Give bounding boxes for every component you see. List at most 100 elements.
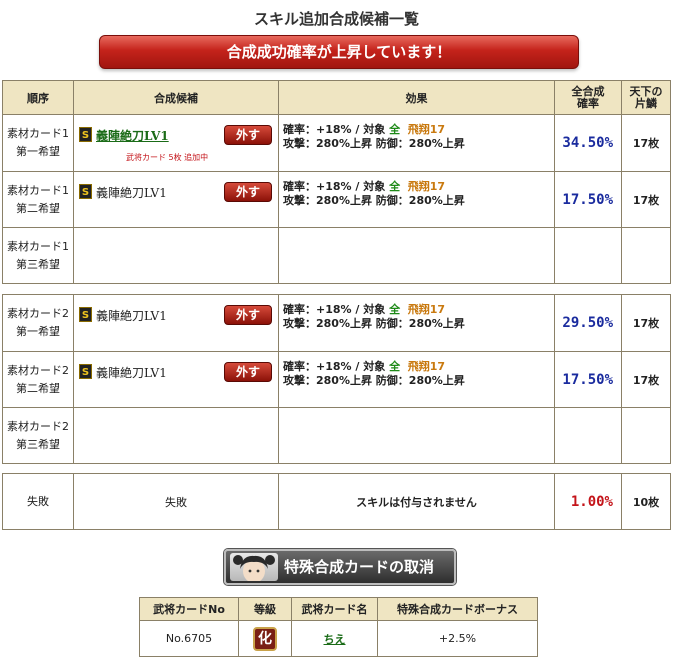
order-line1: 素材カード1 [7,183,69,197]
effect-prob: 確率：+18% / 対象 [283,303,390,316]
order-line1: 素材カード2 [7,363,69,377]
count-cell: 17枚 [621,171,671,228]
order-cell: 素材カード2 第二希望 [2,351,74,408]
s-rank-icon: S [79,184,92,199]
s-rank-icon: S [79,364,92,379]
effect-stats: 攻撃：280%上昇 防御：280%上昇 [283,194,465,207]
remove-button[interactable]: 外す [224,182,272,202]
rate-cell: 29.50% [554,294,622,352]
order-cell: 素材カード1 第三希望 [2,227,74,284]
s-rank-icon: S [79,127,92,142]
header-order: 順序 [2,80,74,115]
success-rate-banner: 合成成功確率が上昇しています！ [99,35,579,69]
effect-cell [278,407,555,464]
effect-skill: 飛翔17 [407,123,446,136]
table-row: 素材カード1 第二希望 S 義陣絶刀LV1 外す 確率：+18% / 対象 全 飛… [2,171,671,228]
header-effect: 効果 [278,80,555,115]
rate-cell [554,227,622,284]
effect-prob: 確率：+18% / 対象 [283,180,390,193]
order-line1: 素材カード2 [7,419,69,433]
card-no: No.6705 [139,620,239,657]
page-title: スキル追加合成候補一覧 [253,10,419,28]
table-row: 素材カード1 第三希望 [2,227,671,284]
rate-cell [554,407,622,464]
rank-cell: 化 [238,620,292,657]
bonus-header-row: 武将カードNo 等級 武将カード名 特殊合成カードボーナス [139,597,538,621]
effect-skill: 飛翔17 [407,303,446,316]
effect-prob: 確率：+18% / 対象 [283,360,390,373]
failure-row: 失敗 失敗 スキルは付与されません 1.00% 10枚 [2,473,671,530]
table-row: 素材カード2 第一希望 S 義陣絶刀LV1 外す 確率：+18% / 対象 全 飛… [2,294,671,352]
remove-button[interactable]: 外す [224,362,272,382]
candidate-cell: S 義陣絶刀LV1 外す [73,294,279,352]
card-name-cell: ちえ [291,620,378,657]
order-line1: 素材カード1 [7,127,69,140]
table-row: 素材カード1 第一希望 S 義陣絶刀LV1 外す 武将カード 5枚 追加中 確率：… [2,114,671,172]
count-cell: 17枚 [621,114,671,172]
rate-cell: 17.50% [554,351,622,408]
order-cell: 素材カード2 第一希望 [2,294,74,352]
header-card-no: 武将カードNo [139,597,239,621]
rate-cell: 17.50% [554,171,622,228]
header-bonus: 特殊合成カードボーナス [377,597,538,621]
bonus-value: +2.5% [377,620,538,657]
candidate-cell: S 義陣絶刀LV1 外す [73,351,279,408]
order-line2: 第一希望 [16,325,60,338]
count-cell: 17枚 [621,351,671,408]
s-rank-icon: S [79,307,92,322]
effect-prob: 確率：+18% / 対象 [283,123,390,136]
bonus-row: No.6705 化 ちえ +2.5% [139,620,538,657]
candidate-cell: S 義陣絶刀LV1 外す [73,171,279,228]
rank-icon: 化 [253,626,277,651]
effect-target: 全 [389,303,401,316]
failure-count: 10枚 [621,473,671,530]
effect-stats: 攻撃：280%上昇 防御：280%上昇 [283,317,465,330]
count-cell [621,407,671,464]
order-line2: 第三希望 [16,437,60,451]
candidate-cell: S 義陣絶刀LV1 外す 武将カード 5枚 追加中 [73,114,279,172]
header-rank: 等級 [238,597,292,621]
header-count: 天下の 片鱗 [621,80,671,115]
remove-button[interactable]: 外す [224,125,272,145]
table-header-row: 順序 合成候補 効果 全合成 確率 天下の 片鱗 [2,80,671,115]
header-candidate: 合成候補 [73,80,279,115]
order-line2: 第二希望 [16,381,60,395]
header-rate: 全合成 確率 [554,80,622,115]
cancel-special-card-button[interactable]: 特殊合成カードの取消 [224,549,456,585]
failure-order: 失敗 [2,473,74,530]
order-cell: 素材カード1 第一希望 [2,114,74,172]
effect-skill: 飛翔17 [407,180,446,193]
order-line2: 第三希望 [16,257,60,271]
failure-table: 失敗 失敗 スキルは付与されません 1.00% 10枚 [2,473,671,530]
effect-target: 全 [389,123,401,136]
added-note: 武将カード 5枚 追加中 [126,153,209,162]
order-line2: 第一希望 [16,145,60,158]
effect-cell: 確率：+18% / 対象 全 飛翔17 攻撃：280%上昇 防御：280%上昇 [278,294,555,352]
failure-rate: 1.00% [554,473,622,530]
effect-target: 全 [389,360,401,373]
failure-effect: スキルは付与されません [278,473,555,530]
effect-cell: 確率：+18% / 対象 全 飛翔17 攻撃：280%上昇 防御：280%上昇 [278,114,555,172]
card-name-link[interactable]: ちえ [324,633,346,646]
candidate-table-2: 素材カード2 第一希望 S 義陣絶刀LV1 外す 確率：+18% / 対象 全 飛… [2,294,671,464]
rate-cell: 34.50% [554,114,622,172]
effect-cell [278,227,555,284]
effect-stats: 攻撃：280%上昇 防御：280%上昇 [283,374,465,387]
skill-name-link[interactable]: 義陣絶刀LV1 [96,127,169,144]
order-line1: 素材カード2 [7,307,69,320]
order-cell: 素材カード1 第二希望 [2,171,74,228]
skill-name: 義陣絶刀LV1 [96,309,167,323]
table-row: 素材カード2 第二希望 S 義陣絶刀LV1 外す 確率：+18% / 対象 全 飛… [2,351,671,408]
remove-button[interactable]: 外す [224,305,272,325]
special-card-bonus-table: 武将カードNo 等級 武将カード名 特殊合成カードボーナス No.6705 化 … [139,597,538,657]
effect-stats: 攻撃：280%上昇 防御：280%上昇 [283,137,465,150]
cancel-button-label: 特殊合成カードの取消 [284,558,435,576]
candidate-cell [73,407,279,464]
order-cell: 素材カード2 第三希望 [2,407,74,464]
candidate-cell [73,227,279,284]
count-cell [621,227,671,284]
skill-name: 義陣絶刀LV1 [96,186,167,200]
header-card-name: 武将カード名 [291,597,378,621]
effect-skill: 飛翔17 [407,360,446,373]
failure-candidate: 失敗 [73,473,279,530]
